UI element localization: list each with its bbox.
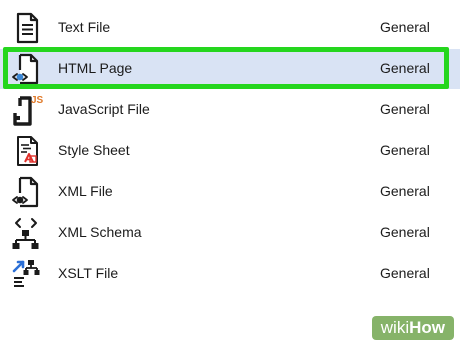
javascript-file-icon: JS <box>10 93 44 127</box>
file-template-list: Text File General HTML Page General JS J… <box>0 0 460 345</box>
list-item-category: General <box>380 265 430 281</box>
wikihow-watermark: wiki How <box>371 316 454 340</box>
xml-schema-icon <box>10 216 44 250</box>
list-item-category: General <box>380 101 430 117</box>
list-item-name: XML File <box>58 183 113 199</box>
list-item-category: General <box>380 60 430 76</box>
list-item-style-sheet[interactable]: Style Sheet General <box>0 131 460 171</box>
list-item-category: General <box>380 19 430 35</box>
list-item-xml-schema[interactable]: XML Schema General <box>0 213 460 253</box>
html-page-icon <box>10 52 44 86</box>
style-sheet-icon <box>10 134 44 168</box>
list-item-category: General <box>380 183 430 199</box>
watermark-wiki-text: wiki <box>380 318 410 337</box>
list-item-name: XSLT File <box>58 265 119 281</box>
watermark-how-text: How <box>409 318 445 337</box>
text-file-icon <box>10 11 44 45</box>
list-item-javascript-file[interactable]: JS JavaScript File General <box>0 90 460 130</box>
js-badge: JS <box>31 95 44 106</box>
list-item-name: HTML Page <box>58 60 133 76</box>
list-item-name: Style Sheet <box>58 142 130 158</box>
list-item-name: JavaScript File <box>58 101 150 117</box>
list-item-html-page[interactable]: HTML Page General <box>0 49 460 89</box>
list-item-text-file[interactable]: Text File General <box>0 8 460 48</box>
list-item-name: Text File <box>58 19 111 35</box>
xslt-file-icon <box>10 257 44 291</box>
list-item-category: General <box>380 224 430 240</box>
list-item-xslt-file[interactable]: XSLT File General <box>0 254 460 294</box>
list-item-category: General <box>380 142 430 158</box>
list-item-xml-file[interactable]: XML File General <box>0 172 460 212</box>
xml-file-icon <box>10 175 44 209</box>
list-item-name: XML Schema <box>58 224 142 240</box>
